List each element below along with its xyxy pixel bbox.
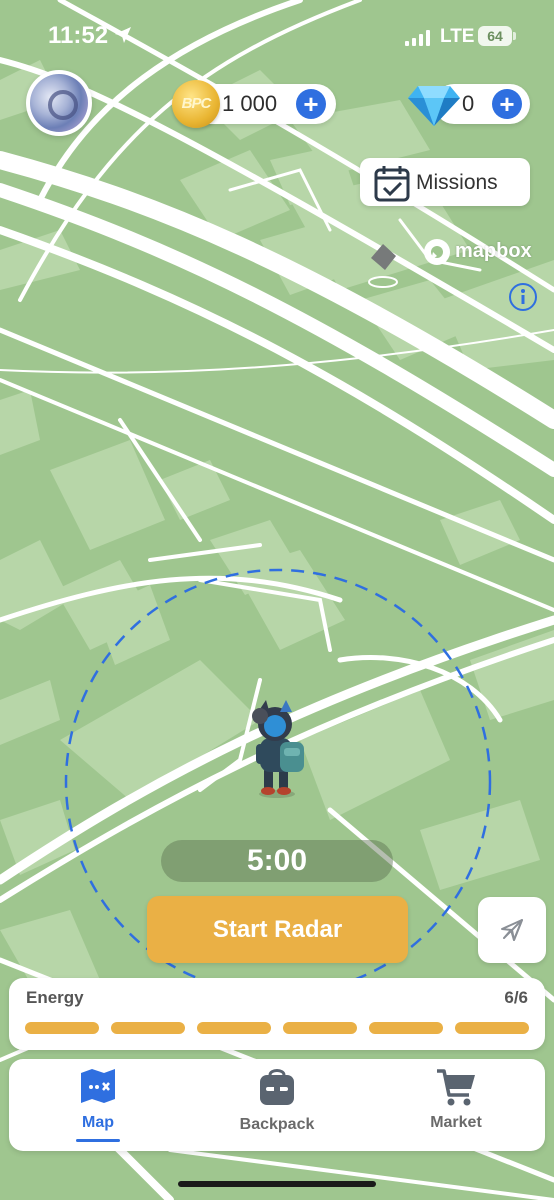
energy-label: Energy (26, 988, 84, 1007)
coin-icon: BPC (172, 80, 220, 128)
tab-market-label: Market (430, 1114, 482, 1131)
location-arrow-icon (115, 27, 131, 43)
energy-segment (25, 1022, 99, 1034)
tab-backpack[interactable]: Backpack (207, 1059, 347, 1151)
energy-count: 6/6 (504, 988, 528, 1007)
map-icon (81, 1069, 115, 1103)
tab-map[interactable]: Map (28, 1059, 168, 1151)
avatar-image (30, 74, 88, 132)
battery-icon: 64 (478, 26, 512, 46)
start-radar-button[interactable]: Start Radar (147, 896, 408, 963)
home-indicator[interactable] (178, 1181, 376, 1187)
energy-segment (197, 1022, 271, 1034)
missions-label: Missions (416, 171, 498, 194)
status-bar: 11:52 LTE 64 (0, 0, 554, 70)
avatar[interactable] (26, 70, 92, 136)
network-label: LTE (440, 26, 475, 47)
active-tab-indicator (76, 1139, 120, 1142)
mapbox-attribution[interactable]: mapbox (455, 240, 532, 263)
energy-panel: Energy 6/6 (9, 978, 545, 1050)
player-character[interactable] (244, 698, 310, 800)
energy-meter (25, 1022, 529, 1034)
cart-icon (437, 1069, 475, 1106)
energy-segment (111, 1022, 185, 1034)
calendar-check-icon (374, 166, 410, 202)
tab-map-label: Map (82, 1114, 114, 1131)
tab-market[interactable]: Market (386, 1059, 526, 1151)
tab-backpack-label: Backpack (239, 1116, 315, 1133)
backpack-icon (260, 1069, 294, 1105)
status-time: 11:52 (48, 22, 109, 49)
coin-balance: 1 000 (222, 91, 278, 116)
energy-segment (455, 1022, 529, 1034)
bottom-tab-bar: Map Backpack Market (9, 1059, 545, 1151)
energy-segment (369, 1022, 443, 1034)
battery-tip (513, 32, 516, 40)
add-gems-button[interactable]: + (492, 89, 522, 119)
add-coins-button[interactable]: + (296, 89, 326, 119)
gem-balance: 0 (462, 91, 475, 116)
info-icon[interactable] (508, 282, 538, 312)
recenter-button[interactable] (478, 897, 546, 963)
missions-button[interactable]: Missions (360, 158, 530, 206)
gem-icon (408, 86, 460, 126)
energy-segment (283, 1022, 357, 1034)
signal-icon (405, 30, 430, 46)
mapbox-logo-icon[interactable] (423, 238, 451, 266)
radar-timer: 5:00 (161, 840, 393, 882)
navigation-arrow-icon (501, 919, 523, 941)
